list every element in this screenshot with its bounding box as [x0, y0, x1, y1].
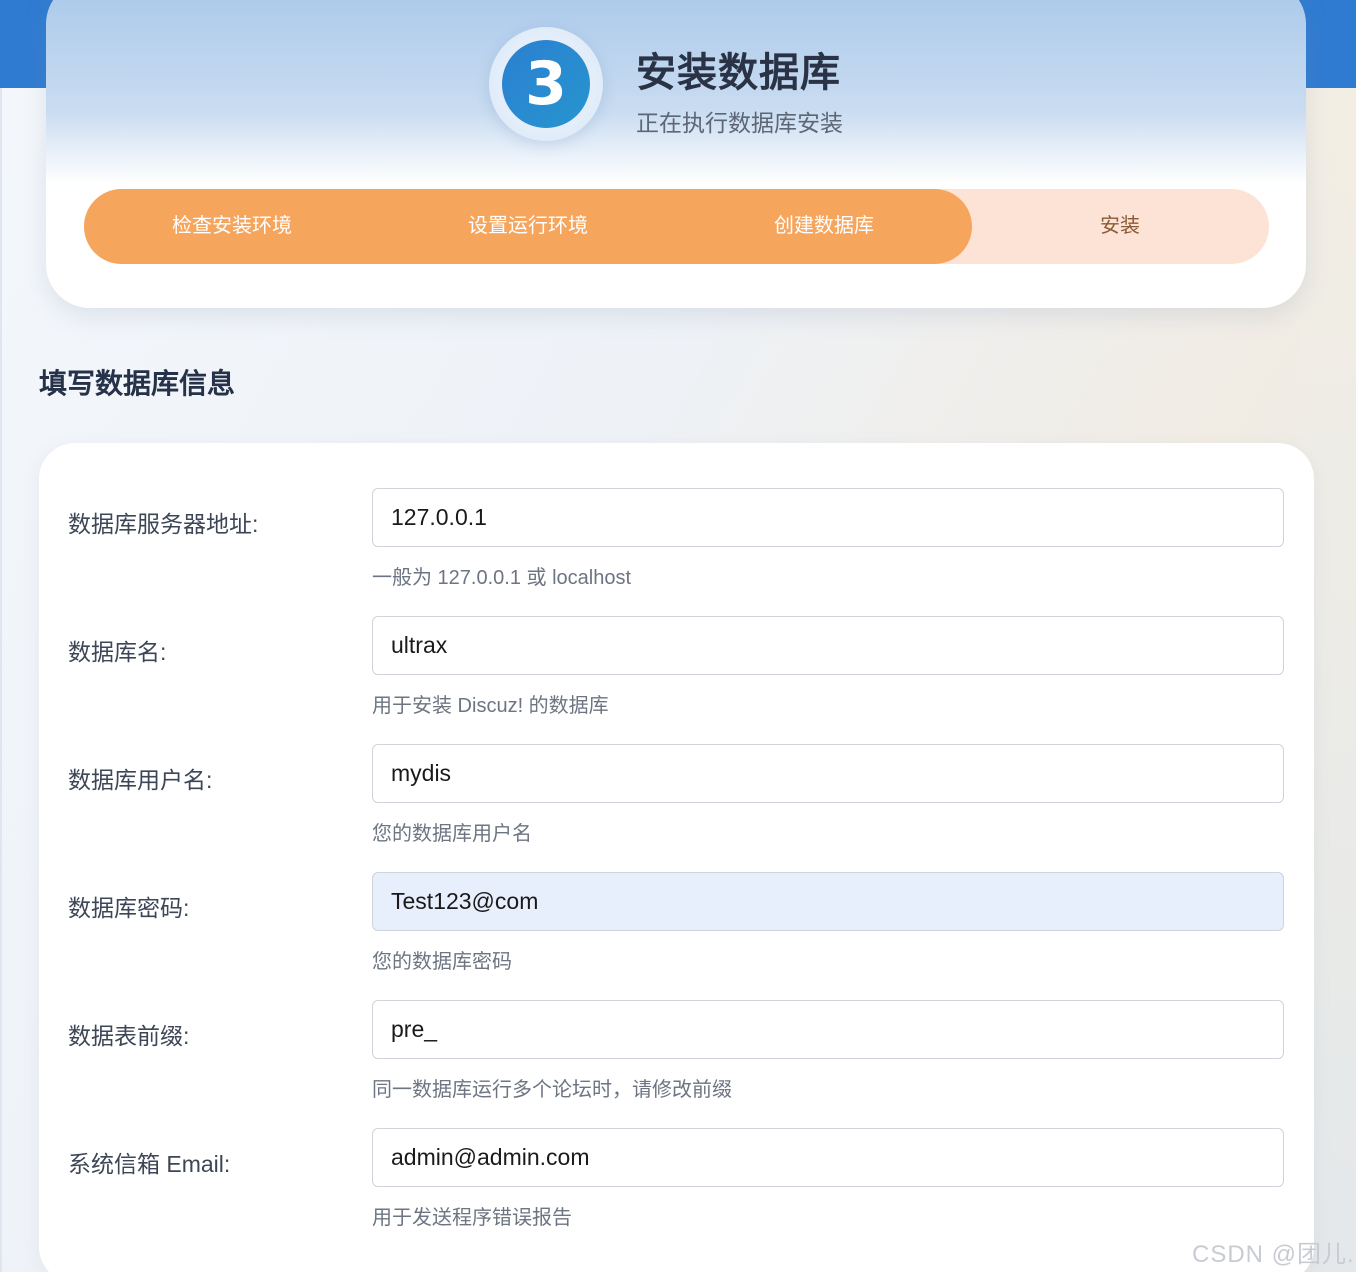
- admin-email-input[interactable]: [372, 1128, 1284, 1187]
- table-prefix-label: 数据表前缀:: [68, 1023, 190, 1049]
- db-name-label: 数据库名:: [68, 639, 167, 665]
- admin-email-label: 系统信箱 Email:: [68, 1151, 231, 1177]
- db-user-hint: 您的数据库用户名: [372, 823, 532, 845]
- table-prefix-hint: 同一数据库运行多个论坛时，请修改前缀: [372, 1079, 732, 1101]
- progress-step-check-env: 检查安装环境: [172, 215, 292, 237]
- admin-email-hint: 用于发送程序错误报告: [372, 1207, 572, 1229]
- progress-step-create-db: 创建数据库: [774, 215, 874, 237]
- step-number-badge: 3: [502, 40, 590, 128]
- db-host-label: 数据库服务器地址:: [68, 511, 259, 537]
- left-border: [0, 88, 2, 1272]
- db-name-input[interactable]: [372, 616, 1284, 675]
- db-name-hint: 用于安装 Discuz! 的数据库: [372, 695, 609, 717]
- step-subtitle: 正在执行数据库安装: [636, 110, 843, 136]
- db-host-input[interactable]: [372, 488, 1284, 547]
- section-title: 填写数据库信息: [39, 368, 236, 399]
- db-password-label: 数据库密码:: [68, 895, 190, 921]
- step-title: 安装数据库: [636, 51, 841, 95]
- db-user-label: 数据库用户名:: [68, 767, 213, 793]
- watermark: CSDN @团儿.: [1192, 1241, 1355, 1268]
- progress-step-install: 安装: [1100, 215, 1140, 237]
- db-password-input[interactable]: [372, 872, 1284, 931]
- db-password-hint: 您的数据库密码: [372, 951, 512, 973]
- progress-step-set-env: 设置运行环境: [468, 215, 588, 237]
- db-host-hint: 一般为 127.0.0.1 或 localhost: [372, 567, 632, 589]
- table-prefix-input[interactable]: [372, 1000, 1284, 1059]
- db-user-input[interactable]: [372, 744, 1284, 803]
